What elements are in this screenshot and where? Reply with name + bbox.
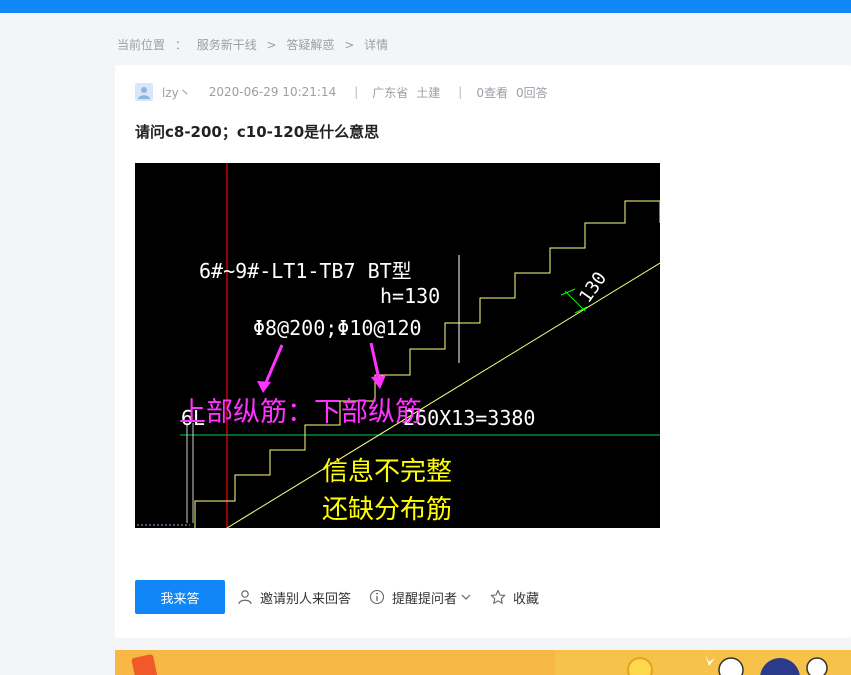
question-views: 0查看 <box>476 85 508 100</box>
avatar[interactable] <box>135 83 153 101</box>
breadcrumb-label: 当前位置 <box>117 38 166 52</box>
star-icon <box>490 589 506 604</box>
question-card: lzy丶 2020-06-29 10:21:14 | 广东省 土建 | 0查看 … <box>115 65 851 638</box>
breadcrumb: 当前位置 ： 服务新干线 > 答疑解惑 > 详情 <box>117 36 388 53</box>
breadcrumb-separator: > <box>344 38 355 52</box>
top-accent-bar <box>0 0 851 13</box>
cad-drawing: 6#~9#-LT1-TB7 BT型 h=130 Φ8@200;Φ10@120 6… <box>137 163 660 528</box>
user-icon <box>238 590 252 605</box>
breadcrumb-separator: > <box>266 38 277 52</box>
question-province: 广东省 <box>372 85 409 100</box>
meta-divider: | <box>354 85 359 99</box>
breadcrumb-item-service[interactable]: 服务新干线 <box>197 38 257 52</box>
drawing-label-dim: 260X13=3380 <box>403 406 535 430</box>
drawing-label-130: 130 <box>575 268 611 307</box>
drawing-label-h: h=130 <box>380 284 440 308</box>
question-answers: 0回答 <box>515 85 548 100</box>
chevron-down-icon <box>461 594 471 600</box>
promo-banner[interactable] <box>115 650 851 675</box>
breadcrumb-item-detail: 详情 <box>364 38 389 52</box>
drawing-annotation-yellow-1: 信息不完整 <box>322 457 452 487</box>
question-image[interactable]: 6#~9#-LT1-TB7 BT型 h=130 Φ8@200;Φ10@120 6… <box>135 163 660 528</box>
question-user[interactable]: lzy丶 <box>162 84 191 101</box>
banner-graphic <box>131 650 851 675</box>
action-bar: 我来答 邀请别人来回答 提醒提问者 收藏 <box>135 580 557 614</box>
drawing-annotation-yellow-2: 还缺分布筋 <box>322 495 452 525</box>
remind-label: 提醒提问者 <box>392 591 458 607</box>
drawing-label-line1: 6#~9#-LT1-TB7 BT型 <box>199 259 412 283</box>
arrow-icon <box>257 381 271 393</box>
answer-button[interactable]: 我来答 <box>135 580 225 614</box>
favorite-label: 收藏 <box>513 591 540 607</box>
question-category: 土建 <box>416 85 441 100</box>
invite-button[interactable]: 邀请别人来回答 <box>237 588 351 607</box>
question-title: 请问c8-200；c10-120是什么意思 <box>135 123 380 141</box>
remind-button[interactable]: 提醒提问者 <box>369 588 472 607</box>
meta-divider: | <box>458 85 463 99</box>
arrow-icon <box>371 375 386 389</box>
question-meta: lzy丶 2020-06-29 10:21:14 | 广东省 土建 | 0查看 … <box>135 82 548 102</box>
avatar-icon <box>138 87 150 99</box>
breadcrumb-item-qa[interactable]: 答疑解惑 <box>286 38 334 52</box>
drawing-label-rebar: Φ8@200;Φ10@120 <box>253 316 422 340</box>
drawing-annotation-magenta: 上部纵筋：下部纵筋 <box>179 397 422 428</box>
info-icon <box>369 589 385 605</box>
favorite-button[interactable]: 收藏 <box>490 588 539 607</box>
question-datetime: 2020-06-29 10:21:14 <box>208 85 337 99</box>
breadcrumb-colon: ： <box>174 38 187 52</box>
invite-label: 邀请别人来回答 <box>260 591 352 607</box>
